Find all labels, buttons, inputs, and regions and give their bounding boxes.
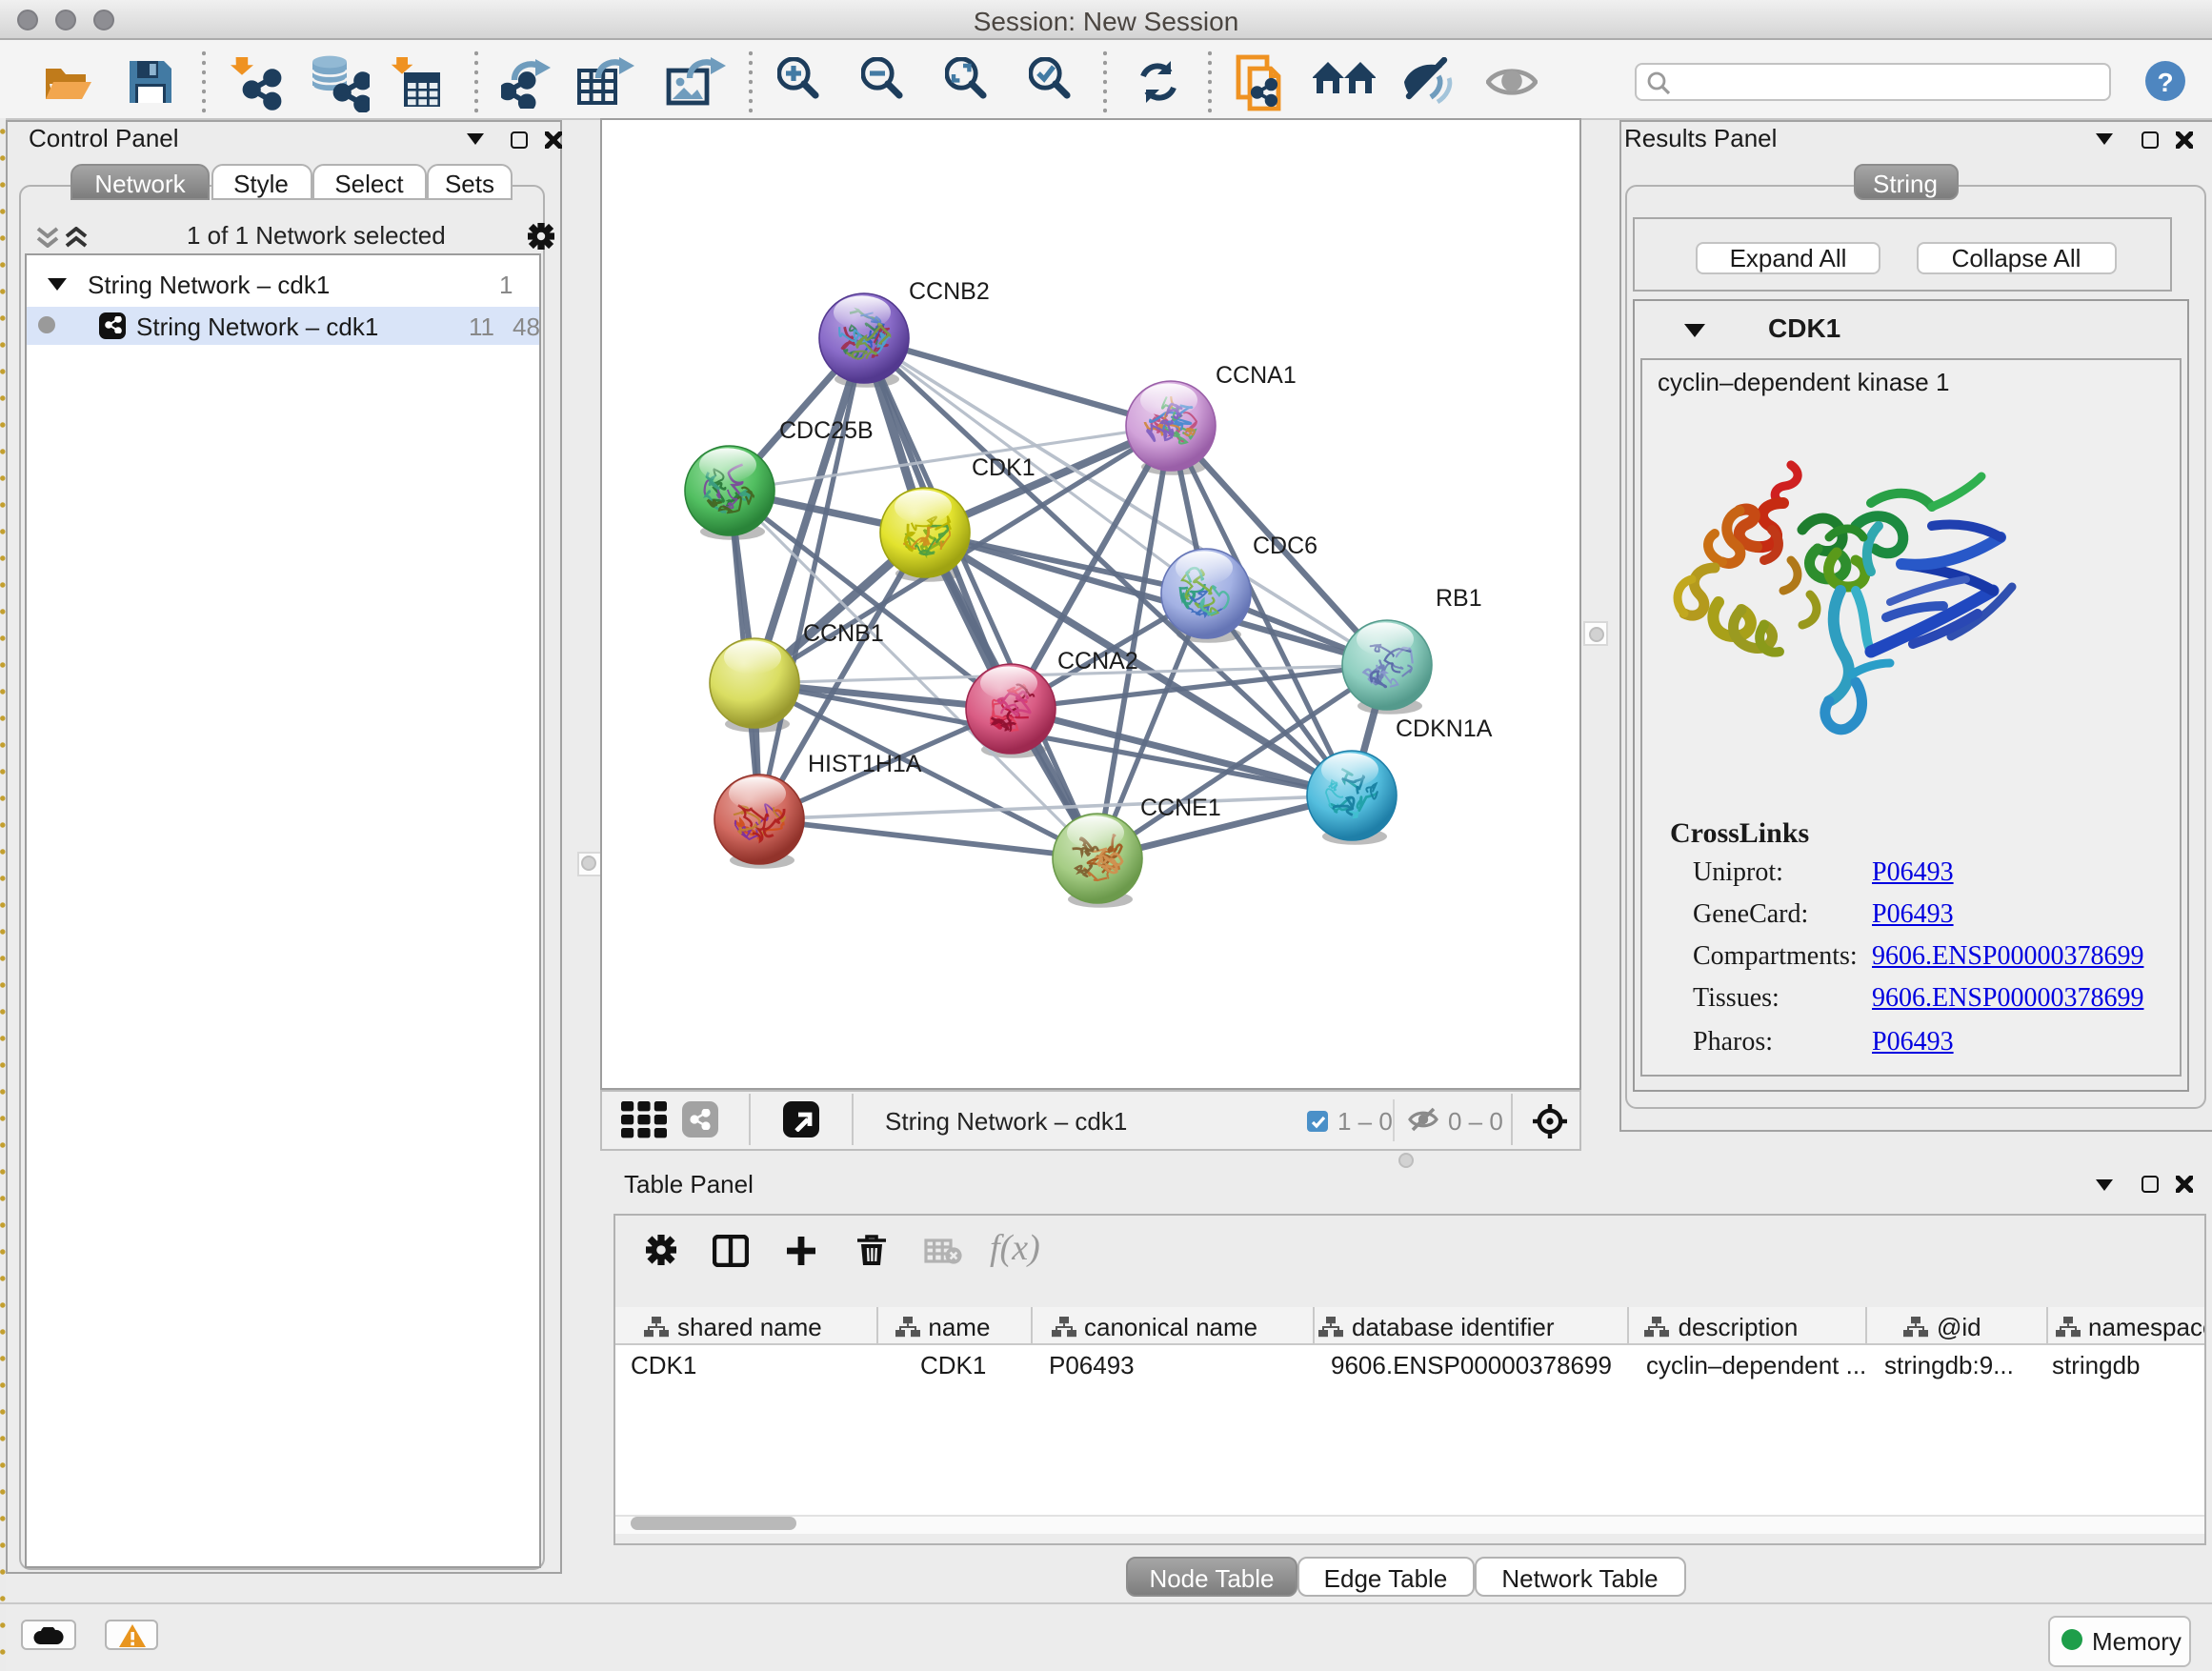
- svg-text:CCNB2: CCNB2: [908, 277, 989, 304]
- svg-text:RB1: RB1: [1435, 584, 1481, 611]
- svg-text:CCNE1: CCNE1: [1139, 794, 1220, 820]
- svg-text:CCNA2: CCNA2: [1056, 647, 1137, 674]
- svg-text:CDC6: CDC6: [1252, 532, 1317, 558]
- svg-text:CCNB1: CCNB1: [802, 619, 883, 646]
- svg-text:CDC25B: CDC25B: [778, 416, 873, 443]
- svg-text:CDKN1A: CDKN1A: [1395, 715, 1492, 741]
- svg-text:HIST1H1A: HIST1H1A: [807, 750, 921, 776]
- svg-text:CCNA1: CCNA1: [1215, 361, 1296, 388]
- svg-text:CDK1: CDK1: [971, 453, 1035, 480]
